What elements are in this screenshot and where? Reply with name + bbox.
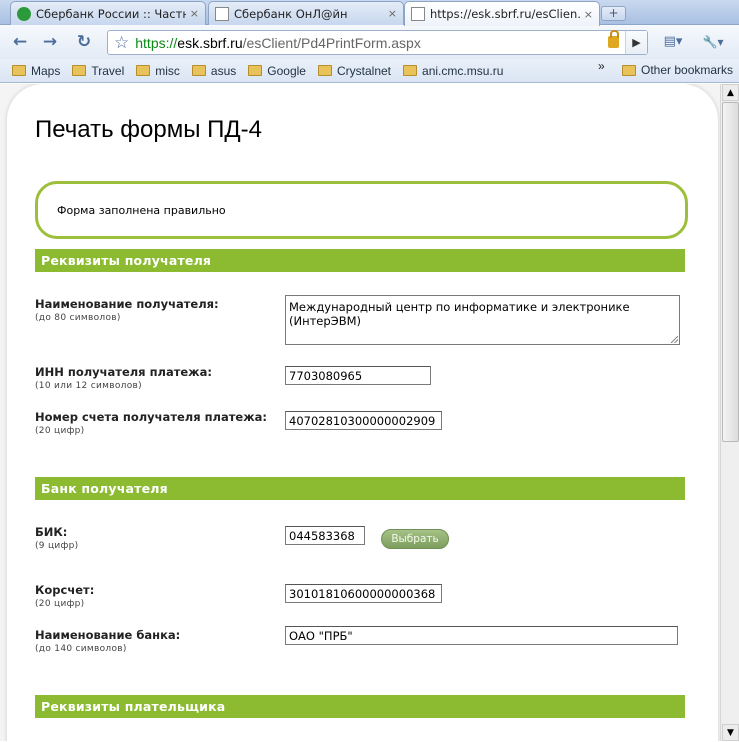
bookmarks-bar: Maps Travel misc asus Google Crystalnet …	[0, 59, 739, 83]
folder-icon	[191, 65, 206, 76]
label-text: Номер счета получателя платежа:	[35, 410, 267, 424]
bookmark-maps[interactable]: Maps	[12, 64, 60, 78]
field-label-inn: ИНН получателя платежа: (10 или 12 симво…	[35, 365, 212, 391]
bookmark-ani-cmc[interactable]: ani.cmc.msu.ru	[403, 64, 503, 78]
folder-icon	[248, 65, 263, 76]
go-button[interactable]: ▶	[625, 31, 647, 54]
tab-title: Сбербанк ОнЛ@йн	[234, 6, 348, 21]
label-text: Корсчет:	[35, 583, 95, 597]
bank-name-input[interactable]: ОАО "ПРБ"	[285, 626, 678, 645]
bookmark-misc[interactable]: misc	[136, 64, 180, 78]
label-text: Наименование банка:	[35, 628, 181, 642]
folder-icon	[317, 65, 332, 76]
recipient-name-textarea[interactable]: Международный центр по информатике и эле…	[285, 295, 680, 345]
close-tab-icon[interactable]: ×	[584, 8, 593, 21]
page-menu-button[interactable]: ▤▾	[658, 30, 688, 54]
field-value: Международный центр по информатике и эле…	[289, 300, 630, 328]
select-bank-button[interactable]: Выбрать	[381, 529, 449, 549]
reload-button[interactable]: ↻	[72, 30, 96, 54]
bookmark-label: asus	[210, 63, 237, 78]
field-label-bank-name: Наименование банка: (до 140 символов)	[35, 628, 180, 654]
tab-title: https://esk.sbrf.ru/esClien…	[430, 7, 580, 21]
bookmark-google[interactable]: Google	[248, 64, 306, 78]
page-favicon-icon	[215, 6, 229, 21]
field-label-corr-account: Корсчет: (20 цифр)	[35, 583, 94, 609]
tools-menu-button[interactable]: 🔧▾	[697, 30, 729, 54]
scroll-down-arrow-icon[interactable]: ▼	[722, 724, 739, 741]
browser-toolbar: ← → ↻ ☆ https://esk.sbrf.ru/esClient/Pd4…	[0, 25, 739, 59]
corr-account-input[interactable]: 30101810600000000368	[285, 584, 442, 603]
folder-icon	[622, 64, 636, 76]
folder-icon	[136, 65, 151, 76]
account-number-input[interactable]: 40702810300000002909	[285, 411, 442, 430]
label-text: БИК:	[35, 525, 68, 539]
back-button[interactable]: ←	[8, 30, 32, 54]
new-tab-button[interactable]: +	[601, 6, 626, 21]
close-tab-icon[interactable]: ×	[388, 7, 397, 20]
tab-sberbank-private[interactable]: Сбербанк России :: Частн… ×	[10, 1, 206, 25]
page-favicon-icon	[411, 7, 425, 21]
bookmark-label: Maps	[31, 63, 61, 78]
section-header-payer: Реквизиты плательщика	[35, 695, 685, 718]
inn-input[interactable]: 7703080965	[285, 366, 431, 385]
bookmark-label: ani.cmc.msu.ru	[422, 63, 504, 78]
field-label-bik: БИК: (9 цифр)	[35, 525, 78, 551]
scroll-up-arrow-icon[interactable]: ▲	[722, 84, 739, 101]
field-hint: (10 или 12 символов)	[35, 381, 142, 391]
bookmark-label: misc	[155, 63, 180, 78]
bookmarks-overflow-chevron-icon[interactable]: »	[598, 59, 605, 73]
field-hint: (9 цифр)	[35, 541, 79, 551]
bookmark-star-icon[interactable]: ☆	[114, 33, 129, 53]
page-title: Печать формы ПД-4	[35, 116, 262, 143]
bookmark-label: Other bookmarks	[641, 63, 734, 77]
field-hint: (до 140 символов)	[35, 644, 127, 654]
forward-button[interactable]: →	[38, 30, 62, 54]
bookmark-asus[interactable]: asus	[191, 63, 237, 78]
label-text: Наименование получателя:	[35, 297, 219, 311]
folder-icon	[12, 65, 26, 76]
lock-icon[interactable]	[608, 30, 619, 48]
url-scheme: https://	[135, 34, 178, 51]
field-label-account: Номер счета получателя платежа: (20 цифр…	[35, 410, 267, 436]
resize-grip-icon[interactable]	[671, 336, 678, 343]
field-hint: (20 цифр)	[35, 426, 85, 436]
close-tab-icon[interactable]: ×	[190, 7, 199, 20]
tab-strip: Сбербанк России :: Частн… × Сбербанк ОнЛ…	[0, 0, 739, 26]
other-bookmarks[interactable]: Other bookmarks	[622, 63, 733, 77]
scrollbar-thumb[interactable]	[722, 102, 739, 442]
folder-icon	[72, 65, 87, 76]
field-hint: (20 цифр)	[35, 599, 85, 609]
address-bar[interactable]: ☆ https://esk.sbrf.ru/esClient/Pd4PrintF…	[107, 30, 648, 55]
bik-input[interactable]: 044583368	[285, 526, 365, 545]
folder-icon	[403, 65, 418, 76]
tab-title: Сбербанк России :: Частн…	[36, 6, 186, 21]
url-host: esk.sbrf.ru	[177, 34, 243, 51]
bookmark-label: Crystalnet	[336, 63, 392, 78]
bookmark-travel[interactable]: Travel	[72, 64, 124, 78]
section-header-recipient: Реквизиты получателя	[35, 249, 685, 272]
bookmark-label: Travel	[91, 63, 125, 78]
field-label-recipient-name: Наименование получателя: (до 80 символов…	[35, 297, 219, 323]
tab-sberbank-online[interactable]: Сбербанк ОнЛ@йн ×	[208, 1, 404, 25]
section-header-bank: Банк получателя	[35, 477, 685, 500]
sberbank-favicon-icon	[17, 6, 31, 21]
url-path: /esClient/Pd4PrintForm.aspx	[242, 34, 421, 51]
vertical-scrollbar[interactable]: ▲ ▼	[720, 84, 739, 741]
validation-message-box: Форма заполнена правильно	[35, 181, 688, 239]
field-hint: (до 80 символов)	[35, 313, 121, 323]
label-text: ИНН получателя платежа:	[35, 365, 212, 379]
tab-esk-active[interactable]: https://esk.sbrf.ru/esClien… ×	[404, 1, 600, 26]
bookmark-crystalnet[interactable]: Crystalnet	[317, 63, 392, 78]
bookmark-label: Google	[267, 63, 306, 78]
validation-message: Форма заполнена правильно	[57, 203, 226, 217]
